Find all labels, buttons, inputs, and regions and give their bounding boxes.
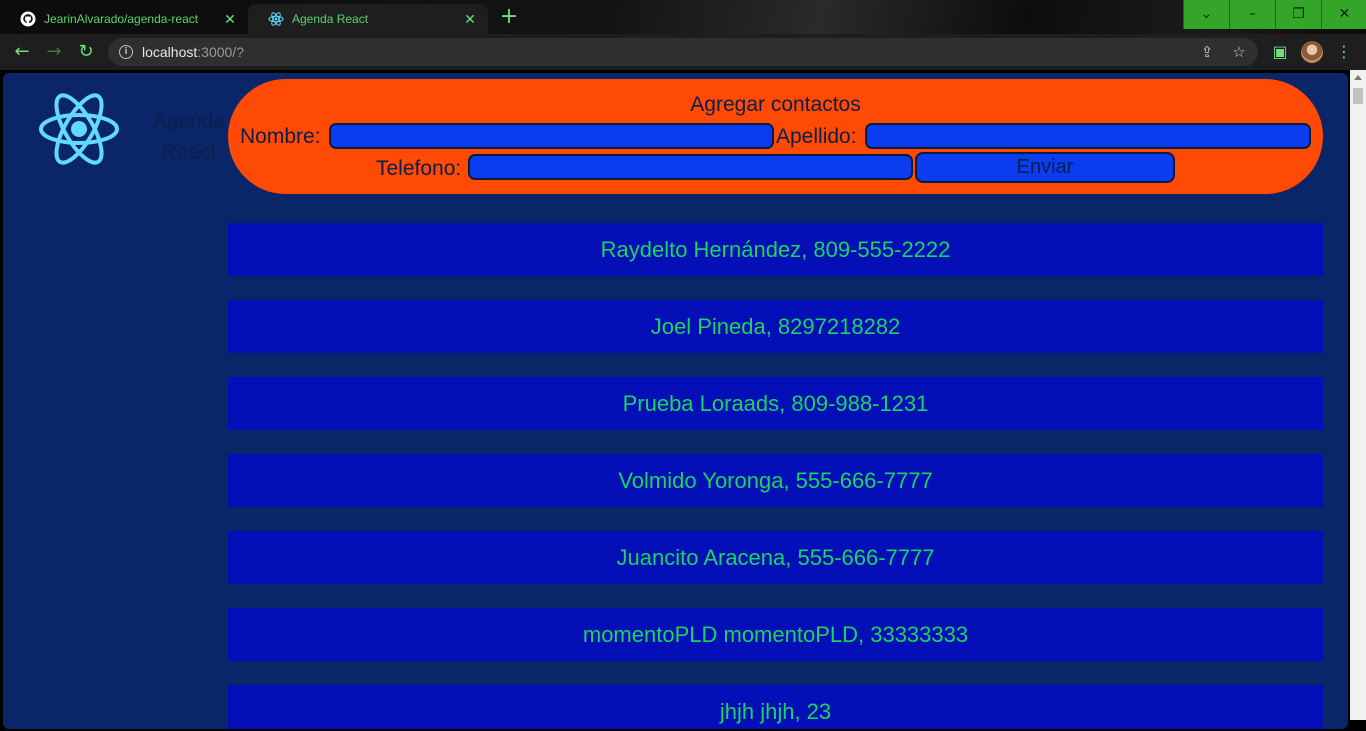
add-contact-form: Agregar contactos Nombre: Apellido: Tele… [228, 79, 1323, 194]
form-title: Agregar contactos [690, 93, 861, 116]
react-logo-icon [39, 93, 119, 165]
contact-item: Volmido Yoronga, 555-666-7777 [228, 454, 1323, 507]
close-window-button[interactable]: ✕ [1321, 0, 1366, 29]
tab-close-icon[interactable]: ✕ [222, 11, 238, 28]
contact-item: momentoPLD momentoPLD, 33333333 [228, 608, 1323, 661]
apellido-label: Apellido: [776, 125, 857, 148]
bookmark-star-icon[interactable]: ☆ [1231, 44, 1247, 60]
url-host: localhost [142, 44, 198, 60]
new-tab-button[interactable]: + [497, 6, 521, 30]
site-info-icon[interactable]: i [119, 45, 133, 59]
react-icon [268, 12, 284, 26]
contact-list: Raydelto Hernández, 809-555-2222 Joel Pi… [228, 223, 1323, 729]
enviar-button[interactable]: Enviar [915, 152, 1175, 183]
tab-agenda-react[interactable]: Agenda React ✕ [248, 4, 488, 34]
tab-title: JearinAlvarado/agenda-react [44, 12, 199, 26]
contact-item: Prueba Loraads, 809-988-1231 [228, 377, 1323, 430]
url-path: :3000/? [197, 44, 244, 60]
back-arrow-icon[interactable]: ← [11, 42, 33, 64]
avatar[interactable] [1301, 41, 1323, 63]
scrollbar-thumb[interactable] [1353, 88, 1363, 104]
forward-arrow-icon[interactable]: → [43, 42, 65, 64]
side-panel-icon[interactable]: ▣ [1271, 43, 1289, 61]
contact-item: Joel Pineda, 8297218282 [228, 300, 1323, 353]
scroll-up-arrow-icon[interactable] [1354, 75, 1362, 80]
reload-icon[interactable]: ↻ [75, 42, 97, 64]
contact-item: jhjh jhjh, 23 [228, 685, 1323, 729]
nombre-input[interactable] [329, 123, 774, 149]
contact-item: Juancito Aracena, 555-666-7777 [228, 531, 1323, 584]
nombre-label: Nombre: [240, 125, 321, 148]
tab-search-button[interactable]: ⌄ [1183, 0, 1229, 29]
page-viewport: Agenda React Agregar contactos Nombre: A… [0, 70, 1350, 731]
app-brand: Agenda React [152, 110, 226, 164]
telefono-label: Telefono: [376, 157, 462, 180]
browser-toolbar: ← → ↻ i localhost:3000/? ⇪ ☆ ▣ ⋮ [0, 34, 1366, 70]
tab-strip: JearinAlvarado/agenda-react ✕ Agenda Rea… [0, 0, 1366, 34]
tab-close-icon[interactable]: ✕ [462, 11, 478, 28]
tab-title: Agenda React [292, 12, 369, 26]
page-scrollbar[interactable] [1350, 70, 1366, 720]
minimize-button[interactable]: – [1229, 0, 1275, 29]
github-icon [20, 11, 36, 27]
share-icon[interactable]: ⇪ [1199, 44, 1215, 60]
address-bar[interactable]: i localhost:3000/? ⇪ ☆ [108, 38, 1258, 66]
tab-github[interactable]: JearinAlvarado/agenda-react ✕ [0, 4, 248, 34]
apellido-input[interactable] [865, 123, 1311, 149]
page-body: Agenda React Agregar contactos Nombre: A… [1, 71, 1350, 731]
contact-item: Raydelto Hernández, 809-555-2222 [228, 223, 1323, 276]
url-text[interactable]: localhost:3000/? [142, 44, 244, 60]
restore-button[interactable]: ❐ [1275, 0, 1321, 29]
menu-kebab-icon[interactable]: ⋮ [1335, 43, 1353, 61]
telefono-input[interactable] [468, 154, 913, 180]
